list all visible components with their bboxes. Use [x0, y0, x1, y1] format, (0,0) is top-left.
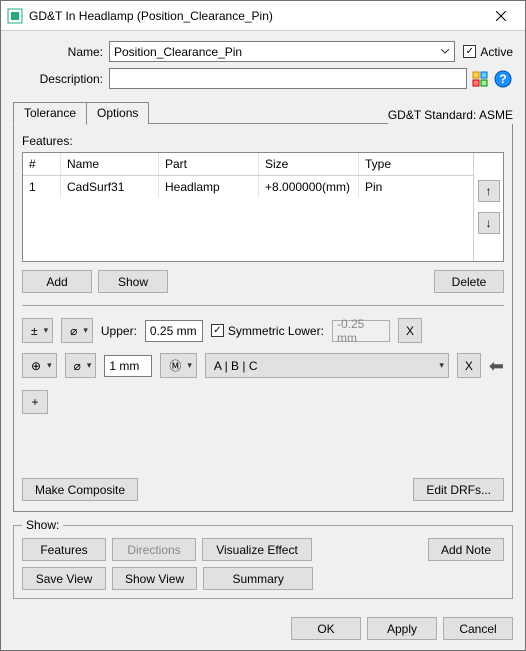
- symmetric-lower-checkbox[interactable]: ✓ Symmetric Lower:: [211, 324, 324, 338]
- svg-text:?: ?: [499, 72, 506, 86]
- remove-size-row-button[interactable]: X: [398, 318, 422, 343]
- grid-icon: [472, 71, 488, 87]
- chevron-down-icon: ▾: [44, 325, 49, 336]
- apply-button[interactable]: Apply: [367, 617, 437, 640]
- size-symbol-select[interactable]: ±▾: [22, 318, 53, 343]
- tab-bar: Tolerance Options GD&T Standard: ASME: [13, 101, 513, 124]
- diameter-select-1[interactable]: ⌀▾: [61, 318, 93, 343]
- name-label: Name:: [13, 45, 109, 59]
- arrow-left-icon: ⬅: [489, 357, 504, 375]
- show-features-button[interactable]: Features: [22, 538, 106, 561]
- dialog-window: GD&T In Headlamp (Position_Clearance_Pin…: [0, 0, 526, 651]
- geometric-tolerance-row: ⊕▾ ⌀▾ 1 mm Ⓜ▾ A | B | C▾ X ⬅: [22, 353, 504, 378]
- position-icon: ⊕: [31, 359, 41, 373]
- plus-icon: +: [31, 395, 38, 409]
- chevron-down-icon: ▾: [187, 360, 192, 371]
- lower-input: -0.25 mm: [332, 320, 390, 342]
- move-down-button[interactable]: ↓: [478, 212, 500, 234]
- table-row[interactable]: 1 CadSurf31 Headlamp +8.000000(mm) Pin: [23, 176, 473, 198]
- visualize-effect-button[interactable]: Visualize Effect: [202, 538, 312, 561]
- add-note-button[interactable]: Add Note: [428, 538, 504, 561]
- modifier-select[interactable]: Ⓜ▾: [160, 353, 197, 378]
- name-combo[interactable]: Position_Clearance_Pin: [109, 41, 455, 62]
- active-checkbox[interactable]: ✓ Active: [463, 45, 513, 59]
- add-tolerance-row-button[interactable]: +: [22, 390, 48, 414]
- edit-drfs-button[interactable]: Edit DRFs...: [413, 478, 504, 501]
- name-value: Position_Clearance_Pin: [114, 45, 242, 59]
- table-reorder: ↑ ↓: [473, 153, 503, 261]
- tab-options[interactable]: Options: [86, 102, 149, 125]
- tab-tolerance[interactable]: Tolerance: [13, 102, 87, 125]
- show-directions-button: Directions: [112, 538, 196, 561]
- col-name[interactable]: Name: [61, 153, 159, 175]
- col-idx[interactable]: #: [23, 153, 61, 175]
- features-label: Features:: [22, 134, 504, 148]
- app-icon: [7, 8, 23, 24]
- show-legend: Show:: [22, 518, 63, 532]
- datums-select[interactable]: A | B | C▾: [205, 353, 449, 378]
- separator: [22, 305, 504, 306]
- chevron-down-icon: [437, 44, 452, 59]
- gdt-standard-label: GD&T Standard: ASME: [388, 108, 513, 124]
- delete-button[interactable]: Delete: [434, 270, 504, 293]
- show-button[interactable]: Show: [98, 270, 168, 293]
- make-composite-button[interactable]: Make Composite: [22, 478, 138, 501]
- active-label: Active: [480, 45, 513, 59]
- window-title: GD&T In Headlamp (Position_Clearance_Pin…: [29, 9, 478, 23]
- size-tolerance-row: ±▾ ⌀▾ Upper: 0.25 mm ✓ Symmetric Lower: …: [22, 318, 504, 343]
- tab-panel-tolerance: Features: # Name Part Size Type 1 CadSur…: [13, 124, 513, 512]
- diameter-icon: ⌀: [74, 359, 81, 373]
- checkbox-box: ✓: [211, 324, 224, 337]
- chevron-down-icon: ▾: [47, 360, 52, 371]
- cancel-button[interactable]: Cancel: [443, 617, 513, 640]
- description-row: Description: ?: [13, 68, 513, 89]
- diameter-icon: ⌀: [70, 324, 77, 338]
- chevron-down-icon: ▾: [83, 325, 88, 336]
- chevron-down-icon: ▾: [87, 360, 92, 371]
- ok-button[interactable]: OK: [291, 617, 361, 640]
- features-table: # Name Part Size Type 1 CadSurf31 Headla…: [22, 152, 504, 262]
- help-icon: ?: [494, 70, 512, 88]
- col-size[interactable]: Size: [259, 153, 359, 175]
- arrow-up-icon: ↑: [486, 184, 492, 198]
- save-view-button[interactable]: Save View: [22, 567, 106, 590]
- remove-geo-row-button[interactable]: X: [457, 353, 481, 378]
- tolerance-value-input[interactable]: 1 mm: [104, 355, 152, 377]
- dialog-buttons: OK Apply Cancel: [1, 611, 525, 650]
- upper-input[interactable]: 0.25 mm: [145, 320, 203, 342]
- titlebar: GD&T In Headlamp (Position_Clearance_Pin…: [1, 1, 525, 31]
- close-icon: [496, 11, 506, 21]
- help-button[interactable]: ?: [493, 69, 513, 89]
- plusminus-icon: ±: [31, 324, 38, 338]
- move-up-button[interactable]: ↑: [478, 180, 500, 202]
- checkbox-box: ✓: [463, 45, 476, 58]
- name-row: Name: Position_Clearance_Pin ✓ Active: [13, 41, 513, 62]
- show-view-button[interactable]: Show View: [112, 567, 197, 590]
- grid-icon-button[interactable]: [470, 69, 490, 89]
- content-area: Name: Position_Clearance_Pin ✓ Active De…: [1, 31, 525, 611]
- mmc-icon: Ⓜ: [169, 357, 181, 374]
- add-button[interactable]: Add: [22, 270, 92, 293]
- arrow-down-icon: ↓: [486, 216, 492, 230]
- close-button[interactable]: [478, 1, 523, 30]
- summary-button[interactable]: Summary: [203, 567, 313, 590]
- chevron-down-icon: ▾: [439, 360, 444, 371]
- description-input[interactable]: [109, 68, 467, 89]
- col-part[interactable]: Part: [159, 153, 259, 175]
- position-symbol-select[interactable]: ⊕▾: [22, 353, 57, 378]
- diameter-select-2[interactable]: ⌀▾: [65, 353, 97, 378]
- show-group: Show: Features Directions Visualize Effe…: [13, 518, 513, 599]
- description-label: Description:: [13, 72, 109, 86]
- table-header: # Name Part Size Type: [23, 153, 473, 176]
- upper-label: Upper:: [101, 324, 137, 338]
- col-type[interactable]: Type: [359, 153, 473, 175]
